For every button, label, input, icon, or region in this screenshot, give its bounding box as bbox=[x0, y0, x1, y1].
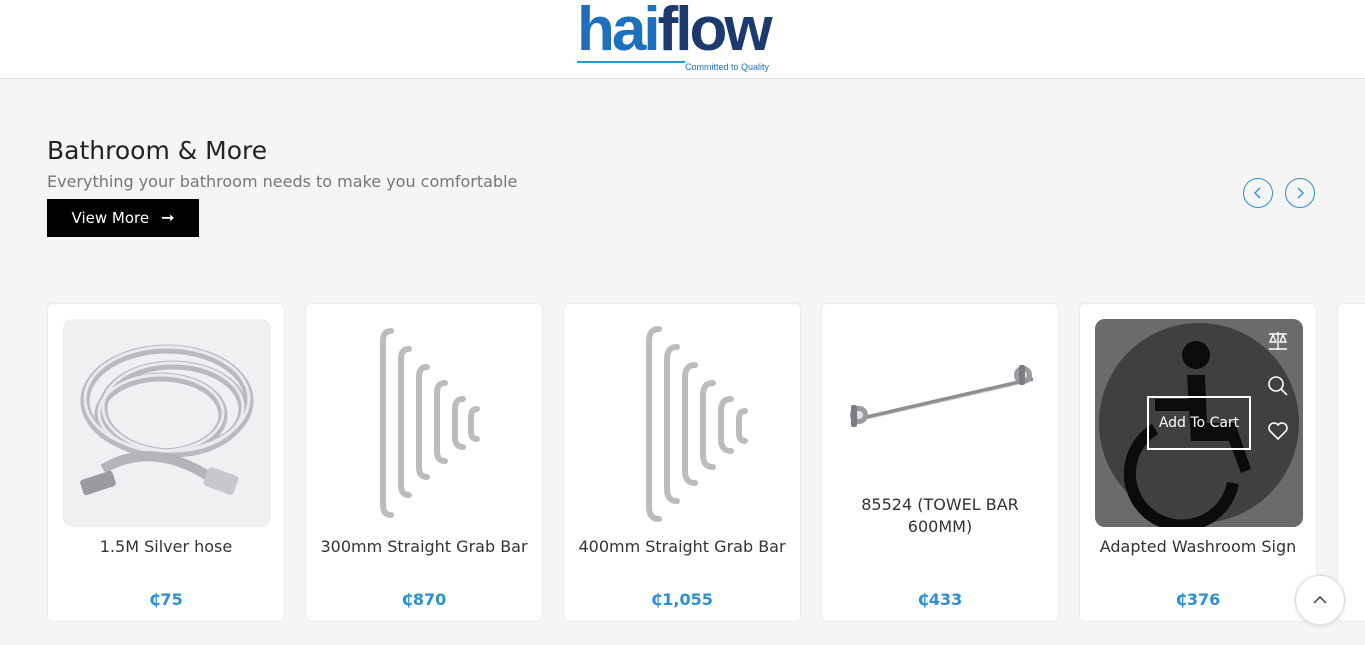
silver-hose-image bbox=[63, 319, 271, 527]
product-price: ₵75 bbox=[149, 590, 183, 609]
chevron-up-icon bbox=[1313, 596, 1327, 604]
product-price: ₵1,055 bbox=[651, 590, 713, 609]
site-header: haiflow Committed to Quality bbox=[0, 0, 1365, 79]
product-price: ₵433 bbox=[917, 590, 963, 609]
view-more-label: View More bbox=[71, 209, 150, 227]
product-image[interactable] bbox=[579, 319, 787, 527]
product-name[interactable]: 300mm Straight Grab Bar bbox=[314, 536, 534, 558]
product-image[interactable] bbox=[321, 319, 529, 527]
chevron-left-icon bbox=[1254, 187, 1261, 199]
add-to-cart-button[interactable]: Add To Cart bbox=[1147, 396, 1251, 450]
product-card-partial[interactable] bbox=[1337, 303, 1365, 622]
logo-tagline: Committed to Quality bbox=[685, 62, 770, 72]
chevron-right-icon bbox=[1297, 187, 1304, 199]
carousel-next-button[interactable] bbox=[1285, 178, 1315, 208]
product-name[interactable]: Adapted Washroom Sign bbox=[1088, 536, 1308, 558]
compare-button[interactable] bbox=[1265, 328, 1291, 354]
haiflow-logo[interactable]: haiflow Committed to Quality bbox=[577, 0, 787, 73]
section-title: Bathroom & More bbox=[47, 136, 268, 165]
product-card[interactable]: 300mm Straight Grab Bar ₵870 bbox=[305, 303, 543, 622]
product-name[interactable]: 85524 (TOWEL BAR 600MM) bbox=[830, 494, 1050, 538]
product-card[interactable]: 85524 (TOWEL BAR 600MM) ₵433 bbox=[821, 303, 1059, 622]
grab-bar-image bbox=[380, 328, 480, 518]
compare-icon bbox=[1268, 332, 1288, 350]
logo-underline bbox=[577, 61, 685, 63]
product-card[interactable]: 1.5M Silver hose ₵75 bbox=[47, 303, 285, 622]
product-image[interactable] bbox=[63, 319, 271, 527]
product-price: ₵376 bbox=[1175, 590, 1221, 609]
wishlist-button[interactable] bbox=[1265, 418, 1291, 444]
carousel-prev-button[interactable] bbox=[1243, 178, 1273, 208]
product-image[interactable]: Add To Cart bbox=[1095, 319, 1303, 527]
product-card[interactable]: Add To Cart Adapted Washroom Sign ₵376 bbox=[1079, 303, 1317, 622]
arrow-right-icon: ➞ bbox=[161, 208, 175, 227]
heart-icon bbox=[1268, 422, 1288, 441]
product-name[interactable]: 1.5M Silver hose bbox=[56, 536, 276, 558]
product-card[interactable]: 400mm Straight Grab Bar ₵1,055 bbox=[563, 303, 801, 622]
grab-bar-image bbox=[646, 326, 748, 522]
quick-view-button[interactable] bbox=[1265, 373, 1291, 399]
scroll-to-top-button[interactable] bbox=[1295, 575, 1345, 625]
search-icon bbox=[1268, 376, 1288, 396]
section-subtitle: Everything your bathroom needs to make y… bbox=[47, 172, 518, 191]
product-price: ₵870 bbox=[401, 590, 447, 609]
view-more-button[interactable]: View More ➞ bbox=[47, 199, 199, 237]
product-name[interactable]: 400mm Straight Grab Bar bbox=[572, 536, 792, 558]
logo-wordmark: haiflow bbox=[577, 0, 773, 64]
